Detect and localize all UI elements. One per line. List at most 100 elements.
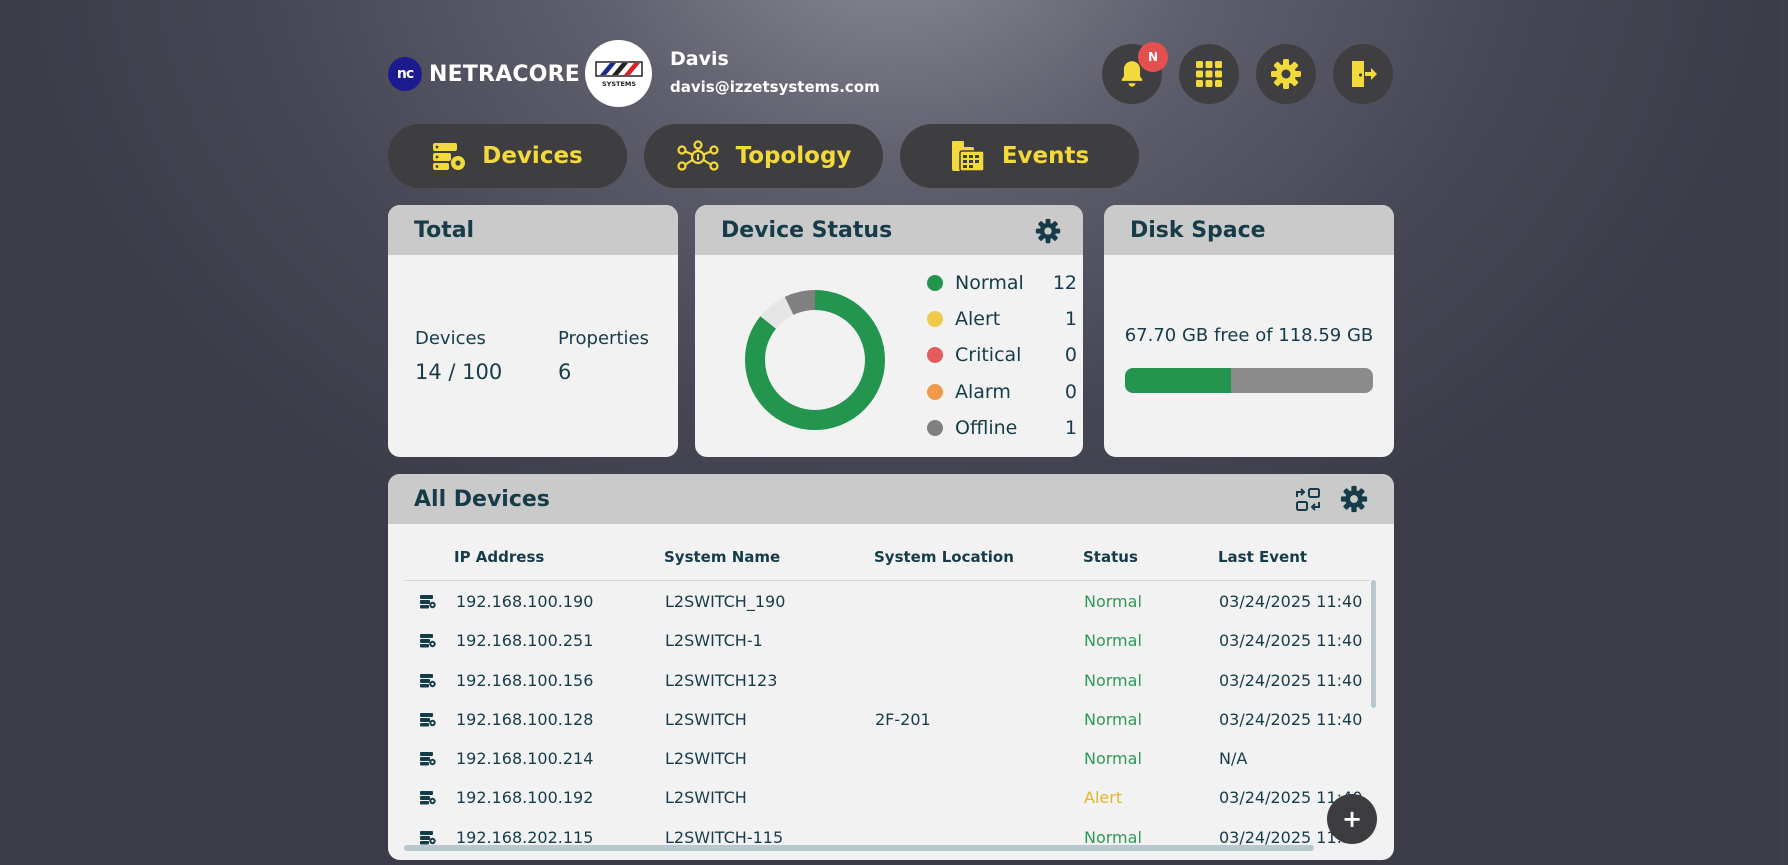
- table-row[interactable]: 192.168.100.251 L2SWITCH-1 Normal 03/24/202…: [388, 621, 1373, 660]
- calendar-list-icon: [951, 141, 985, 172]
- device-server-icon: [420, 673, 436, 692]
- notifications-button[interactable]: N: [1102, 42, 1168, 104]
- cell-last-event: 03/24/2025 11:40: [1219, 710, 1363, 729]
- devices-count: 14 / 100: [415, 360, 503, 384]
- brand-logo[interactable]: nc NETRACORE: [388, 56, 580, 92]
- device-server-icon: [420, 751, 436, 770]
- cell-status: Normal: [1084, 710, 1142, 729]
- legend-offline-label: Offline: [955, 417, 1018, 439]
- column-header-system-location[interactable]: System Location: [874, 548, 1014, 566]
- add-device-button[interactable]: +: [1327, 794, 1377, 844]
- devices-label: Devices: [415, 328, 486, 349]
- avatar[interactable]: SYSTEMS: [585, 40, 652, 107]
- cell-status: Normal: [1084, 631, 1142, 650]
- cell-ip: 192.168.100.128: [456, 710, 594, 729]
- cell-status: Normal: [1084, 749, 1142, 768]
- legend-critical-dot: [927, 347, 943, 363]
- legend-alarm: Alarm 0: [927, 380, 1077, 404]
- legend-normal-dot: [927, 275, 943, 291]
- device-server-icon: [420, 712, 436, 731]
- legend-alert-dot: [927, 311, 943, 327]
- column-header-status[interactable]: Status: [1083, 548, 1138, 566]
- cell-ip: 192.168.100.192: [456, 788, 594, 807]
- apps-grid-icon: [1196, 61, 1222, 87]
- disk-space-text: 67.70 GB free of 118.59 GB: [1124, 325, 1374, 346]
- company-logo-icon: SYSTEMS: [594, 60, 643, 88]
- logout-icon: [1352, 61, 1377, 87]
- table-row[interactable]: 192.168.202.115 L2SWITCH-115 Normal 03/24/2…: [388, 818, 1373, 857]
- properties-label: Properties: [558, 328, 649, 349]
- cell-last-event: 03/24/2025 11:40: [1219, 592, 1363, 611]
- cell-system-name: L2SWITCH: [665, 710, 747, 729]
- tab-devices[interactable]: Devices: [388, 124, 627, 188]
- legend-alert: Alert 1: [927, 307, 1077, 331]
- horizontal-scrollbar[interactable]: [404, 845, 1314, 851]
- disk-space-card: Disk Space 67.70 GB free of 118.59 GB: [1104, 205, 1394, 457]
- cell-system-name: L2SWITCH_190: [665, 592, 786, 611]
- table-row[interactable]: 192.168.100.192 L2SWITCH Alert 03/24/2025 1…: [388, 778, 1373, 817]
- gear-icon[interactable]: [1035, 218, 1061, 244]
- legend-critical: Critical 0: [927, 343, 1077, 367]
- device-server-icon: [420, 594, 436, 613]
- column-header-system-name[interactable]: System Name: [664, 548, 780, 566]
- column-header-last-event[interactable]: Last Event: [1218, 548, 1307, 566]
- table-row[interactable]: 192.168.100.214 L2SWITCH Normal N/A: [388, 739, 1373, 778]
- tab-devices-label: Devices: [482, 143, 583, 169]
- tab-topology[interactable]: Topology: [644, 124, 883, 188]
- table-settings-gear-icon[interactable]: [1340, 485, 1368, 513]
- status-donut-chart: [745, 290, 885, 430]
- legend-alarm-label: Alarm: [955, 381, 1011, 403]
- brand-name: NETRACORE: [429, 61, 581, 87]
- cell-last-event: 03/24/2025 11:40: [1219, 671, 1363, 690]
- all-devices-title: All Devices: [414, 486, 550, 512]
- legend-normal: Normal 12: [927, 271, 1077, 295]
- page-scrollbar[interactable]: [1780, 0, 1788, 865]
- gear-icon: [1271, 59, 1301, 89]
- device-status-title: Device Status: [721, 217, 893, 243]
- table-row[interactable]: 192.168.100.190 L2SWITCH_190 Normal 03/24/2…: [388, 582, 1373, 621]
- total-card: Total Devices 14 / 100 Properties 6: [388, 205, 678, 457]
- cell-ip: 192.168.100.251: [456, 631, 594, 650]
- cell-system-name: L2SWITCH-1: [665, 631, 763, 650]
- cell-system-name: L2SWITCH123: [665, 671, 778, 690]
- tab-topology-label: Topology: [735, 143, 852, 169]
- legend-normal-label: Normal: [955, 272, 1024, 294]
- legend-alarm-dot: [927, 384, 943, 400]
- cell-status: Normal: [1084, 592, 1142, 611]
- properties-count: 6: [558, 360, 572, 384]
- legend-critical-count: 0: [1064, 344, 1077, 366]
- network-topology-icon: [676, 140, 719, 171]
- legend-alert-label: Alert: [955, 308, 1001, 330]
- tab-events[interactable]: Events: [900, 124, 1139, 188]
- legend-offline-count: 1: [1064, 417, 1077, 439]
- cell-last-event: 03/24/2025 11:40: [1219, 631, 1363, 650]
- apps-button[interactable]: [1179, 44, 1239, 104]
- vertical-scrollbar[interactable]: [1371, 580, 1376, 708]
- logout-button[interactable]: [1333, 44, 1393, 104]
- table-header-divider: [404, 580, 1370, 581]
- settings-button[interactable]: [1256, 44, 1316, 104]
- table-row[interactable]: 192.168.100.156 L2SWITCH123 Normal 03/24/20…: [388, 661, 1373, 700]
- legend-critical-label: Critical: [955, 344, 1022, 366]
- disk-usage-fill: [1125, 368, 1232, 393]
- notification-badge: N: [1138, 42, 1168, 72]
- cell-ip: 192.168.100.156: [456, 671, 594, 690]
- cell-last-event: N/A: [1219, 749, 1248, 768]
- swap-view-icon[interactable]: [1294, 487, 1322, 513]
- legend-offline: Offline 1: [927, 416, 1077, 440]
- cell-status: Alert: [1084, 788, 1123, 807]
- legend-alarm-count: 0: [1064, 381, 1077, 403]
- user-email: davis@izzetsystems.com: [670, 78, 880, 96]
- disk-space-header: Disk Space: [1104, 205, 1394, 255]
- all-devices-header: All Devices: [388, 474, 1394, 524]
- device-server-icon: [420, 790, 436, 809]
- column-header-ip[interactable]: IP Address: [454, 548, 544, 566]
- table-row[interactable]: 192.168.100.128 L2SWITCH 2F-201 Normal 03/24…: [388, 700, 1373, 739]
- disk-space-title: Disk Space: [1130, 217, 1266, 243]
- svg-text:SYSTEMS: SYSTEMS: [601, 80, 635, 88]
- cell-system-location: 2F-201: [875, 710, 931, 729]
- brand-mark-icon: nc: [388, 57, 422, 91]
- cell-system-name: L2SWITCH: [665, 749, 747, 768]
- total-card-header: Total: [388, 205, 678, 255]
- disk-usage-bar: [1125, 368, 1373, 393]
